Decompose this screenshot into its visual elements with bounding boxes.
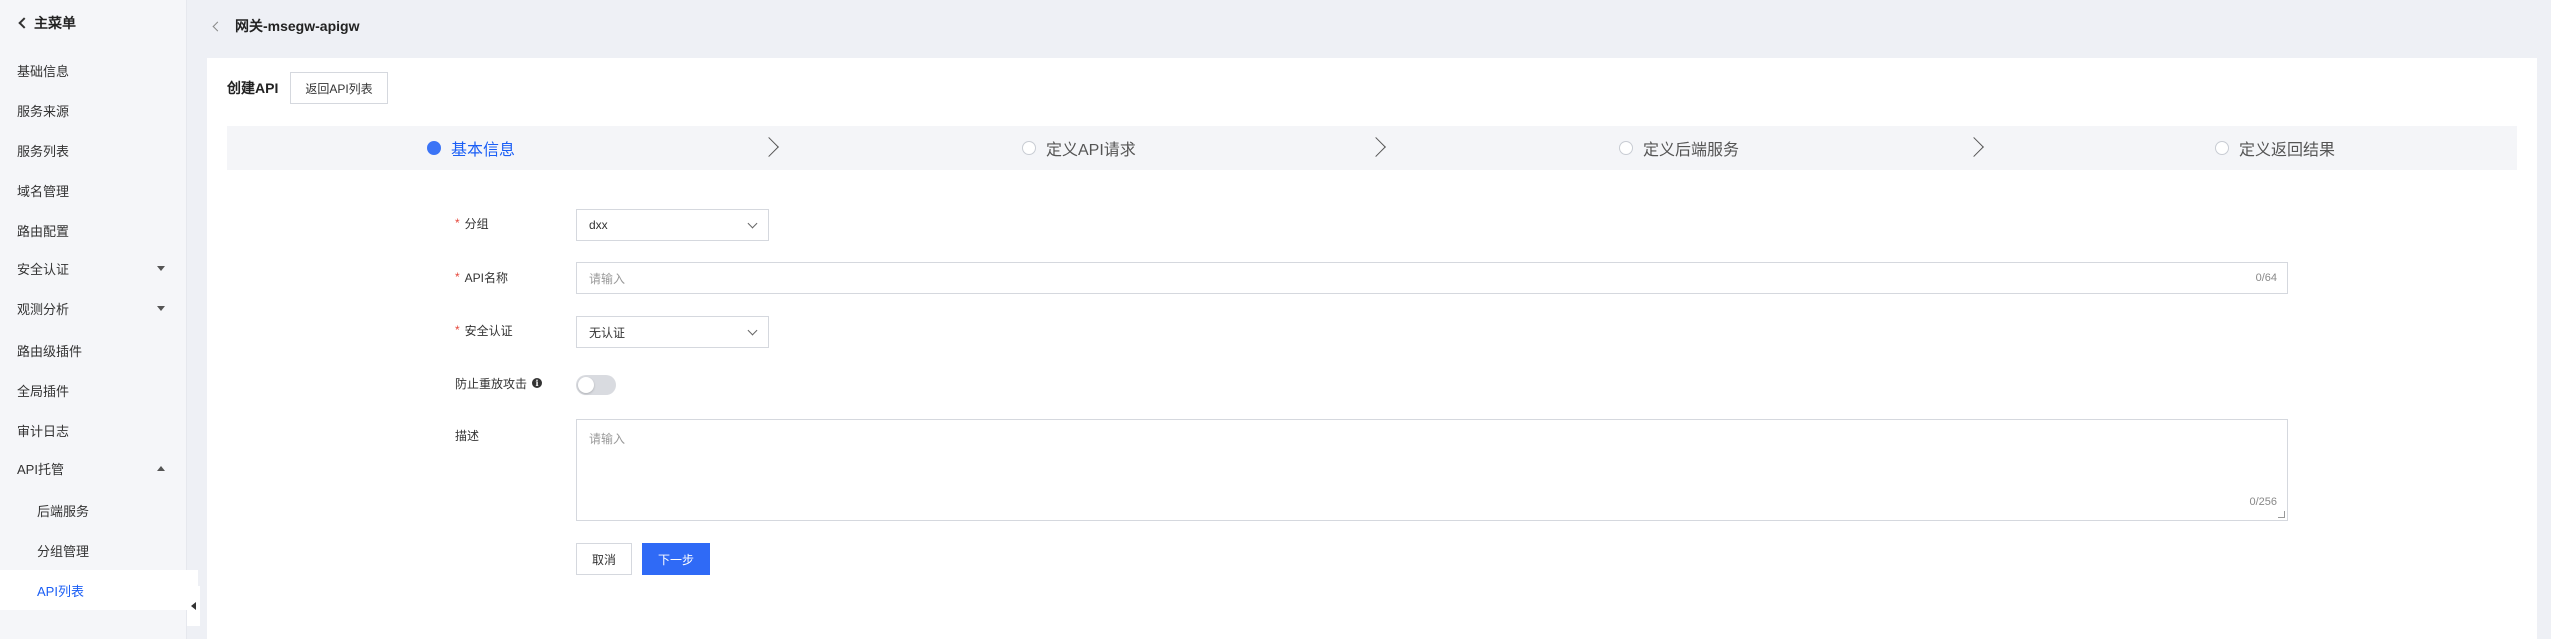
group-select[interactable]: dxx bbox=[576, 209, 769, 241]
sidebar-item-api-list[interactable]: API列表 bbox=[0, 570, 198, 610]
sidebar-collapse-toggle[interactable] bbox=[187, 586, 200, 626]
sidebar-item-label: 安全认证 bbox=[17, 261, 70, 277]
required-mark: * bbox=[455, 216, 460, 230]
api-name-input[interactable]: 请输入 0/64 bbox=[576, 262, 2288, 294]
sidebar-item-service-source[interactable]: 服务来源 bbox=[0, 90, 187, 130]
sidebar-item-label: 分组管理 bbox=[37, 543, 90, 559]
sidebar-item-label: 观测分析 bbox=[17, 301, 70, 317]
page-header: 网关-msegw-apigw bbox=[200, 0, 2551, 52]
auth-select-value: 无认证 bbox=[589, 325, 626, 340]
chevron-left-icon bbox=[18, 17, 30, 29]
step-dot-icon bbox=[1022, 141, 1036, 155]
step-dot-icon bbox=[2215, 141, 2229, 155]
main-menu-back[interactable]: 主菜单 bbox=[18, 13, 76, 33]
resize-handle-icon[interactable] bbox=[2278, 511, 2285, 518]
sidebar-item-label: API列表 bbox=[37, 583, 84, 599]
sidebar-item-label: 审计日志 bbox=[17, 423, 70, 439]
caret-up-icon bbox=[157, 465, 165, 471]
step-label: 基本信息 bbox=[451, 142, 516, 159]
main-menu-title: 主菜单 bbox=[34, 15, 76, 31]
return-api-list-button[interactable]: 返回API列表 bbox=[290, 72, 388, 104]
steps-bar: 基本信息 定义API请求 定义后端服务 定义返回结果 bbox=[227, 126, 2517, 170]
caret-down-icon bbox=[157, 265, 165, 271]
back-arrow-icon[interactable] bbox=[212, 21, 223, 31]
description-textarea[interactable]: 请输入 0/256 bbox=[576, 419, 2288, 521]
description-placeholder: 请输入 bbox=[589, 432, 626, 446]
chevron-down-icon bbox=[747, 325, 758, 336]
auth-label-text: 安全认证 bbox=[464, 323, 513, 338]
page-title: 网关-msegw-apigw bbox=[235, 18, 360, 34]
sidebar-item-api-hosting[interactable]: API托管 bbox=[0, 448, 187, 488]
collapse-left-icon bbox=[191, 602, 196, 610]
sidebar-item-label: 服务列表 bbox=[17, 143, 70, 159]
sidebar-item-label: 服务来源 bbox=[17, 103, 70, 119]
create-api-card: 创建API 返回API列表 基本信息 定义API请求 定义后端服务 定义返回结果 bbox=[207, 58, 2537, 639]
info-icon[interactable]: i bbox=[532, 378, 543, 388]
sidebar-item-route-config[interactable]: 路由配置 bbox=[0, 210, 187, 250]
toggle-knob bbox=[578, 377, 594, 393]
replay-attack-label-text: 防止重放攻击 bbox=[455, 376, 528, 391]
group-select-value: dxx bbox=[589, 218, 608, 232]
sidebar-item-group-management[interactable]: 分组管理 bbox=[0, 530, 187, 570]
required-mark: * bbox=[455, 270, 460, 284]
chevron-right-icon bbox=[1366, 137, 1386, 157]
caret-down-icon bbox=[157, 305, 165, 311]
sidebar-item-service-list[interactable]: 服务列表 bbox=[0, 130, 187, 170]
description-label-text: 描述 bbox=[455, 428, 480, 443]
chevron-right-icon bbox=[759, 137, 779, 157]
api-name-label: * API名称 bbox=[455, 267, 508, 287]
step-basic-info[interactable]: 基本信息 bbox=[427, 126, 515, 170]
sidebar-item-label: 全局插件 bbox=[17, 383, 70, 399]
api-name-label-text: API名称 bbox=[464, 270, 509, 285]
description-label: 描述 bbox=[455, 425, 479, 445]
sidebar-item-security[interactable]: 安全认证 bbox=[0, 248, 187, 288]
next-step-button[interactable]: 下一步 bbox=[642, 543, 710, 575]
auth-select[interactable]: 无认证 bbox=[576, 316, 769, 348]
sidebar-item-label: 域名管理 bbox=[17, 183, 70, 199]
replay-attack-toggle[interactable] bbox=[576, 375, 616, 395]
sidebar-item-global-plugins[interactable]: 全局插件 bbox=[0, 370, 187, 410]
sidebar-item-basic-info[interactable]: 基础信息 bbox=[0, 50, 187, 90]
card-header: 创建API 返回API列表 bbox=[227, 72, 388, 104]
step-label: 定义返回结果 bbox=[2239, 142, 2336, 159]
sidebar-item-label: 路由级插件 bbox=[17, 343, 83, 359]
cancel-button[interactable]: 取消 bbox=[576, 543, 632, 575]
description-counter: 0/256 bbox=[2249, 496, 2277, 508]
sidebar-item-audit-log[interactable]: 审计日志 bbox=[0, 410, 187, 450]
step-dot-icon bbox=[1619, 141, 1633, 155]
step-define-backend[interactable]: 定义后端服务 bbox=[1619, 126, 1739, 170]
chevron-down-icon bbox=[747, 218, 758, 229]
step-label: 定义API请求 bbox=[1046, 142, 1136, 159]
group-label: * 分组 bbox=[455, 213, 489, 233]
step-define-response[interactable]: 定义返回结果 bbox=[2215, 126, 2335, 170]
sidebar-item-route-plugins[interactable]: 路由级插件 bbox=[0, 330, 187, 370]
step-label: 定义后端服务 bbox=[1643, 142, 1740, 159]
sidebar: 主菜单 基础信息 服务来源 服务列表 域名管理 路由配置 安全认证 观测分析 路… bbox=[0, 0, 198, 639]
sidebar-item-observability[interactable]: 观测分析 bbox=[0, 288, 187, 328]
replay-attack-label: 防止重放攻击 i bbox=[455, 373, 543, 393]
sidebar-item-label: API托管 bbox=[17, 461, 64, 477]
step-active-dot-icon bbox=[427, 141, 441, 155]
sidebar-item-label: 基础信息 bbox=[17, 63, 70, 79]
api-name-counter: 0/64 bbox=[2255, 272, 2277, 284]
sidebar-item-backend-service[interactable]: 后端服务 bbox=[0, 490, 187, 530]
card-title: 创建API bbox=[227, 80, 279, 96]
api-name-placeholder: 请输入 bbox=[589, 271, 626, 286]
sidebar-item-label: 后端服务 bbox=[37, 503, 90, 519]
sidebar-item-label: 路由配置 bbox=[17, 223, 70, 239]
chevron-right-icon bbox=[1964, 137, 1984, 157]
required-mark: * bbox=[455, 323, 460, 337]
auth-label: * 安全认证 bbox=[455, 320, 513, 340]
group-label-text: 分组 bbox=[464, 216, 489, 231]
sidebar-item-domain[interactable]: 域名管理 bbox=[0, 170, 187, 210]
step-define-api-request[interactable]: 定义API请求 bbox=[1022, 126, 1136, 170]
